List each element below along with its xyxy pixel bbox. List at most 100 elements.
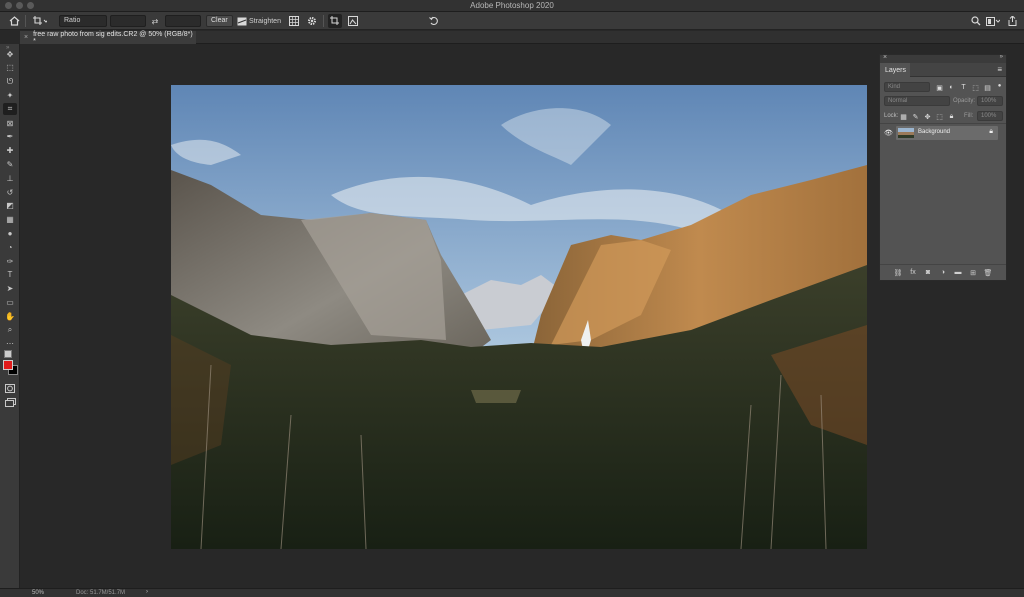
minimize-window-button[interactable] [16, 2, 23, 9]
dodge-icon[interactable]: ◔ [3, 241, 17, 253]
clear-button[interactable]: Clear [206, 15, 233, 27]
lock-image-pixels-icon[interactable]: ✎ [911, 112, 920, 121]
filter-row: Kind ▣ ◐ T ⬚ ▤ ● [880, 81, 1006, 94]
eye-icon[interactable]: 👁︎ [884, 129, 893, 137]
frame-icon[interactable]: ⊠ [3, 117, 17, 129]
fill-label: Fill: [964, 113, 974, 119]
swap-icon[interactable]: ⇄ [150, 12, 160, 30]
rectangle-icon[interactable]: ▭ [3, 296, 17, 308]
straighten-label[interactable]: Straighten [249, 12, 281, 30]
reset-icon[interactable] [428, 12, 440, 30]
clone-stamp-icon[interactable]: ⊥ [3, 172, 17, 184]
new-layer-icon[interactable]: ⊞ [968, 268, 978, 278]
filter-smart-object-icon[interactable]: ▤ [983, 83, 992, 92]
gradient-icon[interactable]: ▦ [3, 214, 17, 226]
filter-pixel-icon[interactable]: ▣ [935, 83, 944, 92]
new-group-icon[interactable]: ▬ [953, 268, 963, 278]
foreground-color-swatch[interactable] [3, 360, 13, 370]
filter-adjustment-icon[interactable]: ◐ [947, 83, 956, 92]
panel-menu-icon[interactable]: ≡ [997, 65, 1002, 74]
magic-wand-icon[interactable]: ✦ [3, 89, 17, 101]
width-field[interactable] [110, 15, 146, 27]
document-tab-bar: × free raw photo from sig edits.CR2 @ 50… [20, 30, 1024, 45]
new-adjustment-icon[interactable]: ◑ [938, 268, 948, 278]
lock-label: Lock: [884, 113, 899, 119]
tab-layers[interactable]: Layers [880, 63, 910, 77]
blur-icon[interactable]: ● [3, 227, 17, 239]
healing-brush-icon[interactable]: ✚ [3, 145, 17, 157]
window-title: Adobe Photoshop 2020 [470, 1, 554, 10]
blend-mode-value: Normal [888, 98, 908, 104]
document-tab[interactable]: × free raw photo from sig edits.CR2 @ 50… [20, 30, 196, 45]
fill-value: 100% [981, 113, 997, 119]
tools-panel: » ✥ ⬚ ᘎ ✦ ⌗ ⊠ ✒ ✚ ✎ ⊥ ↺ ◩ ▦ ● ◔ ✑ T ➤ ▭ ✋ ⌕ ⋯ [0, 44, 20, 597]
pen-icon[interactable]: ✑ [3, 255, 17, 267]
screen-mode-icon[interactable] [3, 396, 17, 408]
close-window-button[interactable] [5, 2, 12, 9]
options-bar: Ratio ⇄ Clear Straighten [0, 12, 1024, 30]
blend-mode-select[interactable]: Normal [884, 96, 950, 106]
filter-kind-select[interactable]: Kind [884, 82, 930, 92]
history-brush-icon[interactable]: ↺ [3, 186, 17, 198]
layer-row[interactable]: Background 🔒︎ [896, 126, 998, 140]
search-icon[interactable] [970, 12, 982, 30]
crop-icon[interactable]: ⌗ [3, 103, 17, 116]
collapse-panel-icon[interactable]: » [1000, 54, 1003, 60]
overlay-grid-icon[interactable] [288, 12, 300, 30]
zoom-level[interactable]: 50% [32, 590, 44, 596]
type-icon[interactable]: T [3, 269, 17, 281]
filter-toggle-icon[interactable]: ● [995, 81, 1004, 90]
close-tab-icon[interactable]: × [24, 34, 28, 41]
lock-transparent-pixels-icon[interactable]: ▦ [899, 112, 908, 121]
lock-position-icon[interactable]: ✥ [923, 112, 932, 121]
document-size: Doc: 51.7M/51.7M [76, 590, 126, 596]
workspace-icon[interactable] [985, 12, 1001, 30]
link-layers-icon[interactable]: ⛓︎ [893, 268, 903, 278]
marquee-icon[interactable]: ⬚ [3, 62, 17, 74]
home-icon[interactable] [6, 12, 22, 30]
zoom-window-button[interactable] [27, 2, 34, 9]
layer-lock-icon[interactable]: 🔒︎ [989, 128, 993, 136]
path-selection-icon[interactable]: ➤ [3, 283, 17, 295]
lock-row: Lock: ▦ ✎ ✥ ⬚ 🔒︎ Fill: 100% [880, 110, 1006, 123]
filter-type-icon[interactable]: T [959, 83, 968, 92]
fx-icon[interactable]: fx [908, 268, 918, 278]
lasso-icon[interactable]: ᘎ [3, 76, 17, 88]
lock-artboard-icon[interactable]: ⬚ [935, 112, 944, 121]
trash-icon[interactable]: 🗑︎ [983, 268, 993, 278]
opacity-label: Opacity: [953, 98, 976, 104]
ratio-select-value: Ratio [64, 17, 81, 24]
eyedropper-icon[interactable]: ✒ [3, 131, 17, 143]
height-field[interactable] [165, 15, 201, 27]
fill-field[interactable]: 100% [977, 111, 1003, 121]
panel-header: × » [880, 54, 1006, 63]
hand-icon[interactable]: ✋ [3, 310, 17, 322]
opacity-field[interactable]: 100% [977, 96, 1003, 106]
move-icon[interactable]: ✥ [3, 48, 17, 60]
content-aware-icon[interactable] [346, 12, 360, 30]
more-icon[interactable]: ⋯ [3, 338, 17, 350]
default-colors-icon[interactable] [4, 350, 12, 358]
gear-icon[interactable] [306, 12, 318, 30]
add-mask-icon[interactable]: ◙ [923, 268, 933, 278]
straighten-icon[interactable] [236, 12, 248, 30]
delete-cropped-pixels-icon[interactable] [328, 14, 342, 28]
lock-all-icon[interactable]: 🔒︎ [947, 112, 956, 121]
quick-mask-icon[interactable] [3, 382, 17, 394]
status-menu-chevron-icon[interactable]: › [146, 589, 148, 595]
filter-shape-icon[interactable]: ⬚ [971, 83, 980, 92]
brush-icon[interactable]: ✎ [3, 158, 17, 170]
layers-panel: × » Layers ≡ Kind ▣ ◐ T ⬚ ▤ ● Normal Opa… [879, 54, 1007, 281]
yosemite-valley-photo[interactable] [171, 85, 867, 549]
ratio-select[interactable]: Ratio [59, 15, 107, 27]
close-panel-icon[interactable]: × [883, 54, 887, 61]
opacity-value: 100% [981, 98, 997, 104]
eraser-icon[interactable]: ◩ [3, 200, 17, 212]
status-bar: 50% Doc: 51.7M/51.7M › [0, 588, 1024, 597]
filter-kind-label: Kind [888, 84, 901, 90]
document-tab-title: free raw photo from sig edits.CR2 @ 50% … [33, 30, 193, 45]
crop-tool-preset-icon[interactable] [30, 12, 50, 30]
share-icon[interactable] [1006, 12, 1018, 30]
title-bar: Adobe Photoshop 2020 [0, 0, 1024, 12]
zoom-icon[interactable]: ⌕ [3, 324, 17, 336]
